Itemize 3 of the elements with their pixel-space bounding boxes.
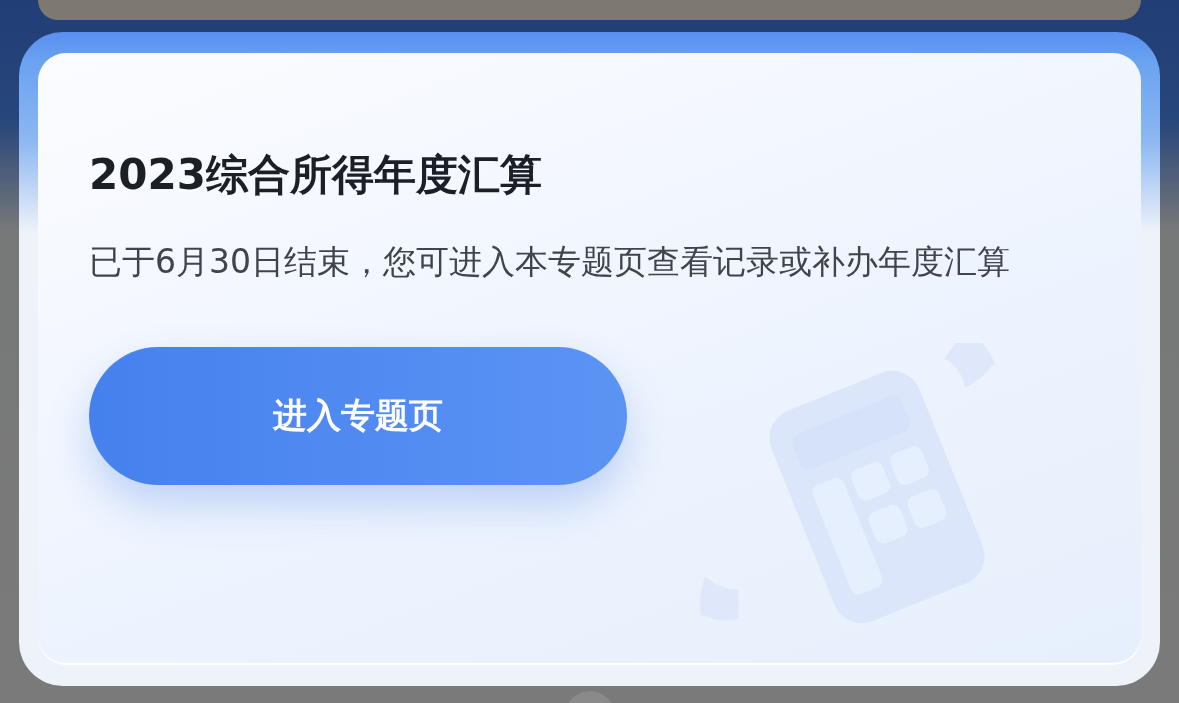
enter-button[interactable]: 进入专题页 — [89, 347, 627, 485]
card-title: 2023综合所得年度汇算 — [89, 149, 542, 201]
card-description: 已于6月30日结束，您可进入本专题页查看记录或补办年度汇算 — [89, 241, 1011, 283]
